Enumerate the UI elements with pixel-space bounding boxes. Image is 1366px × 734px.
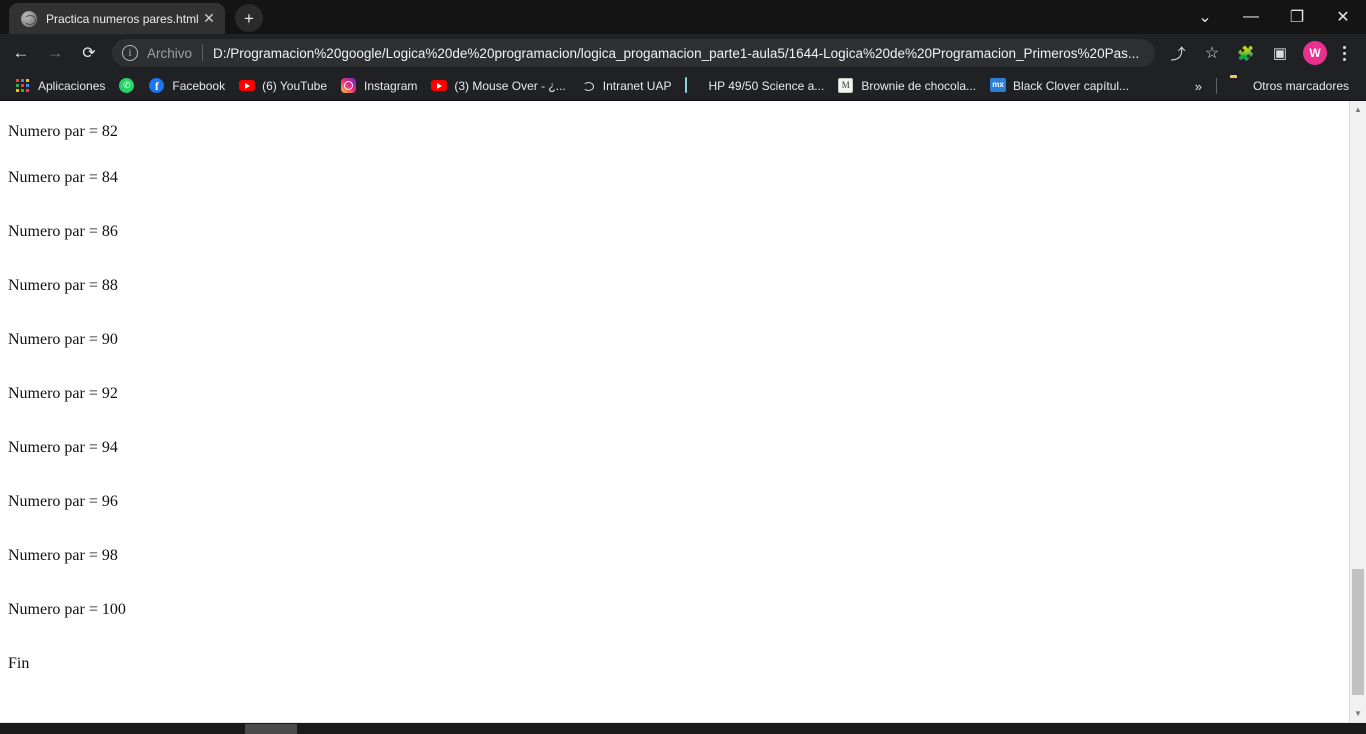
bookmark-whatsapp[interactable]: ✆ xyxy=(112,75,142,97)
other-bookmarks-label: Otros marcadores xyxy=(1252,79,1349,93)
close-window-icon[interactable]: ✕ xyxy=(1320,0,1366,34)
vertical-scrollbar-thumb[interactable] xyxy=(1352,569,1364,695)
output-line: Numero par = 100 xyxy=(8,601,126,618)
uap-globe-icon xyxy=(580,78,596,94)
recipe-icon: M xyxy=(838,78,854,94)
url-scheme-label: Archivo xyxy=(147,45,193,61)
url-text[interactable]: D:/Programacion%20google/Logica%20de%20p… xyxy=(213,46,1147,61)
vertical-scrollbar[interactable]: ▲ ▼ xyxy=(1349,101,1366,722)
side-panel-icon[interactable]: ▣ xyxy=(1266,39,1294,67)
browser-window: Practica numeros pares.html ✕ + ⌄ — ❐ ✕ … xyxy=(0,0,1366,734)
new-tab-button[interactable]: + xyxy=(235,4,263,32)
page-content: Numero par = 82 Numero par = 84 Numero p… xyxy=(0,101,1349,722)
page-viewport: Numero par = 82 Numero par = 84 Numero p… xyxy=(0,100,1366,722)
bookmark-label: Aplicaciones xyxy=(38,79,106,93)
youtube-icon xyxy=(239,78,256,94)
whatsapp-icon: ✆ xyxy=(119,78,135,94)
output-line-end: Fin xyxy=(8,655,30,672)
output-line: Numero par = 92 xyxy=(8,385,118,402)
info-icon[interactable]: i xyxy=(122,45,138,61)
output-line: Numero par = 88 xyxy=(8,277,118,294)
output-line: Numero par = 90 xyxy=(8,331,118,348)
output-line: Numero par = 84 xyxy=(8,169,118,186)
instagram-icon xyxy=(341,78,357,94)
address-bar[interactable]: i Archivo D:/Programacion%20google/Logic… xyxy=(112,39,1155,67)
back-icon[interactable]: ← xyxy=(6,38,36,68)
bookmark-label: Instagram xyxy=(364,79,418,93)
omnibox-divider xyxy=(202,45,204,61)
bookmark-label: Black Clover capítul... xyxy=(1013,79,1130,93)
bookmark-instagram[interactable]: Instagram xyxy=(334,75,424,97)
browser-tab-active[interactable]: Practica numeros pares.html ✕ xyxy=(9,3,225,34)
tab-strip: Practica numeros pares.html ✕ + ⌄ — ❐ ✕ xyxy=(0,0,1366,34)
bookmarks-bar: Aplicaciones ✆ f Facebook (6) YouTube In… xyxy=(0,72,1366,100)
bookmarks-divider xyxy=(1215,78,1217,94)
youtube-icon xyxy=(431,78,448,94)
apps-grid-icon xyxy=(15,78,31,94)
bookmark-hp-science[interactable]: HP 49/50 Science a... xyxy=(678,75,831,97)
scroll-up-icon[interactable]: ▲ xyxy=(1350,101,1366,118)
bookmark-label: Intranet UAP xyxy=(602,79,672,93)
mx-icon: mx xyxy=(990,78,1007,94)
bookmark-star-icon[interactable]: ☆ xyxy=(1198,39,1226,67)
bookmark-label: Brownie de chocola... xyxy=(861,79,977,93)
output-line: Numero par = 98 xyxy=(8,547,118,564)
bookmark-brownie[interactable]: M Brownie de chocola... xyxy=(831,75,983,97)
maximize-icon[interactable]: ❐ xyxy=(1274,0,1320,34)
output-line: Numero par = 94 xyxy=(8,439,118,456)
bookmark-label: (6) YouTube xyxy=(262,79,328,93)
bookmark-facebook[interactable]: f Facebook xyxy=(142,75,232,97)
output-line: Numero par = 86 xyxy=(8,223,118,240)
horizontal-scrollbar[interactable] xyxy=(0,722,1366,734)
calculator-icon xyxy=(685,77,701,94)
bookmark-mouse-over[interactable]: (3) Mouse Over - ¿... xyxy=(424,75,572,97)
facebook-icon: f xyxy=(149,78,165,94)
window-controls: ⌄ — ❐ ✕ xyxy=(1182,0,1366,34)
bookmarks-overflow-button[interactable]: » xyxy=(1187,79,1210,94)
bookmark-intranet-uap[interactable]: Intranet UAP xyxy=(573,75,679,97)
bookmark-label: (3) Mouse Over - ¿... xyxy=(454,79,566,93)
globe-icon xyxy=(21,10,37,27)
bookmark-label: HP 49/50 Science a... xyxy=(708,79,825,93)
chevron-down-icon[interactable]: ⌄ xyxy=(1182,0,1228,34)
bookmark-black-clover[interactable]: mx Black Clover capítul... xyxy=(983,75,1136,97)
extensions-puzzle-icon[interactable]: 🧩 xyxy=(1232,39,1260,67)
share-icon[interactable]: ⤴ xyxy=(1164,39,1192,67)
other-bookmarks-button[interactable]: Otros marcadores xyxy=(1223,75,1356,97)
forward-icon[interactable]: → xyxy=(40,38,70,68)
output-line: Numero par = 82 xyxy=(8,123,118,140)
browser-toolbar: ← → ⟳ i Archivo D:/Programacion%20google… xyxy=(0,34,1366,72)
bookmark-youtube[interactable]: (6) YouTube xyxy=(232,75,334,97)
output-line: Numero par = 96 xyxy=(8,493,118,510)
chrome-menu-icon[interactable] xyxy=(1332,39,1356,67)
avatar[interactable]: W xyxy=(1303,41,1327,65)
minimize-icon[interactable]: — xyxy=(1228,0,1274,34)
bookmark-label: Facebook xyxy=(172,79,226,93)
folder-icon xyxy=(1230,78,1246,94)
tab-title: Practica numeros pares.html xyxy=(46,11,199,26)
reload-icon[interactable]: ⟳ xyxy=(74,38,104,68)
horizontal-scrollbar-thumb[interactable] xyxy=(245,724,297,734)
close-icon[interactable]: ✕ xyxy=(199,9,219,29)
bookmark-apps[interactable]: Aplicaciones xyxy=(8,75,112,97)
scroll-down-icon[interactable]: ▼ xyxy=(1350,705,1366,722)
